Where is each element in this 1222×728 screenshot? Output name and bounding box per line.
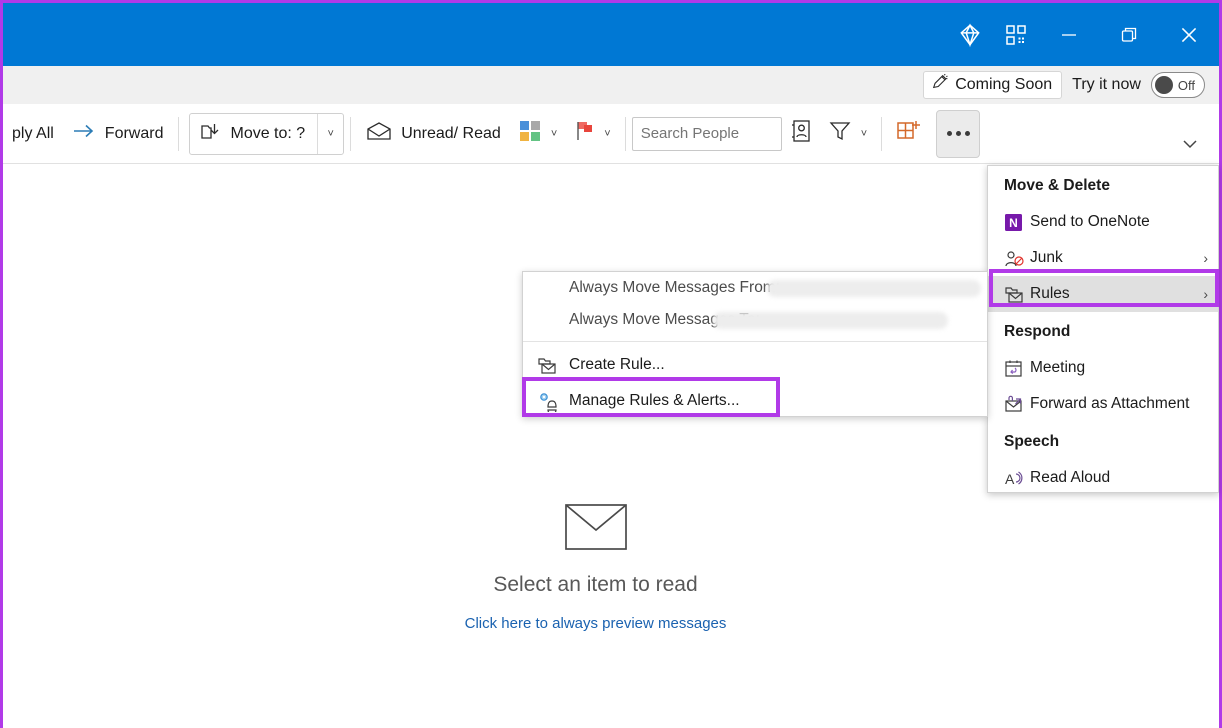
- empty-state: Select an item to read Click here to alw…: [3, 504, 1188, 632]
- title-bar: [3, 3, 1219, 66]
- menu-section-respond: Respond: [1004, 323, 1071, 340]
- more-dot-3: [964, 131, 970, 136]
- menu-item-rules[interactable]: Rules ›: [988, 276, 1218, 312]
- submenu-arrow-icon: ›: [1203, 286, 1208, 302]
- onenote-icon: N: [1004, 213, 1030, 232]
- submenu-divider: [523, 341, 987, 342]
- more-commands-menu: Move & Delete N Send to OneNote Junk › R…: [987, 165, 1219, 493]
- menu-section-move-delete: Move & Delete: [1004, 177, 1110, 194]
- move-to-control[interactable]: Move to: ? ˅: [189, 112, 345, 155]
- menu-item-label: Read Aloud: [1030, 469, 1111, 486]
- address-book-button[interactable]: [782, 113, 820, 155]
- reply-all-button[interactable]: ply All: [3, 113, 63, 155]
- forward-label: Forward: [104, 124, 164, 142]
- categorize-button[interactable]: ˅: [510, 113, 565, 155]
- menu-item-label: Rules: [1030, 285, 1070, 302]
- menu-item-label: Send to OneNote: [1030, 213, 1150, 230]
- filter-chevron-icon[interactable]: ˅: [861, 128, 867, 140]
- flag-icon: [573, 119, 595, 148]
- manage-rules-label: Manage Rules & Alerts...: [569, 392, 740, 409]
- reply-all-label: ply All: [12, 124, 54, 142]
- menu-item-label: Junk: [1030, 249, 1063, 266]
- menu-section-speech: Speech: [1004, 433, 1060, 450]
- more-dot-1: [946, 131, 952, 136]
- envelope-open-icon: [366, 121, 392, 147]
- diamond-icon[interactable]: [947, 3, 993, 66]
- unread-read-label: Unread/ Read: [401, 124, 501, 142]
- toggle-knob: [1154, 76, 1173, 94]
- filter-funnel-icon: [828, 120, 852, 147]
- manage-rules-alerts-item[interactable]: Manage Rules & Alerts...: [523, 383, 987, 419]
- try-it-now-label: Try it now: [1072, 76, 1141, 93]
- svg-text:N: N: [1009, 216, 1018, 230]
- meeting-calendar-icon: [1004, 359, 1030, 378]
- create-rule-icon: [537, 356, 569, 375]
- toolbar-divider-3: [624, 116, 626, 151]
- redacted-sender-value: [767, 280, 981, 297]
- restore-button[interactable]: [1099, 3, 1159, 66]
- empty-state-title: Select an item to read: [493, 573, 698, 596]
- qr-code-icon[interactable]: [993, 3, 1039, 66]
- more-dot-2: [955, 131, 961, 136]
- categorize-chevron-icon[interactable]: ˅: [551, 128, 557, 140]
- more-commands-button[interactable]: [936, 109, 981, 158]
- move-to-button[interactable]: Move to: ?: [190, 114, 317, 154]
- menu-item-label: Meeting: [1030, 359, 1086, 376]
- forward-arrow-icon: [72, 122, 96, 145]
- menu-item-meeting[interactable]: Meeting: [988, 350, 1218, 386]
- always-preview-link[interactable]: Click here to always preview messages: [465, 615, 727, 632]
- svg-text:A: A: [1005, 471, 1015, 487]
- flag-chevron-icon[interactable]: ˅: [604, 128, 610, 140]
- toolbar-divider-2: [350, 116, 352, 151]
- coming-soon-button[interactable]: Coming Soon: [923, 71, 1063, 99]
- read-aloud-icon: A: [1004, 469, 1030, 488]
- get-addins-button[interactable]: [888, 113, 930, 155]
- menu-item-read-aloud[interactable]: A Read Aloud: [988, 460, 1218, 496]
- categorize-icon: [518, 119, 542, 148]
- try-it-now-toggle[interactable]: Off: [1150, 72, 1205, 98]
- move-to-icon: [200, 121, 222, 146]
- command-toolbar: ply All Forward Move to: ? ˅ Unread/ Rea…: [3, 104, 1219, 164]
- filter-button[interactable]: ˅: [820, 113, 875, 155]
- coming-soon-bar: Coming Soon Try it now Off: [3, 66, 1219, 104]
- ribbon-expand-button[interactable]: [1175, 131, 1205, 157]
- toolbar-divider: [178, 116, 180, 151]
- unread-read-button[interactable]: Unread/ Read: [357, 113, 510, 155]
- envelope-icon: [564, 504, 627, 555]
- menu-item-send-to-onenote[interactable]: N Send to OneNote: [988, 204, 1218, 240]
- create-rule-item[interactable]: Create Rule...: [523, 347, 987, 383]
- junk-person-icon: [1004, 249, 1030, 268]
- move-to-dropdown-arrow[interactable]: ˅: [317, 113, 343, 154]
- menu-item-forward-as-attachment[interactable]: Forward as Attachment: [988, 386, 1218, 422]
- chevron-down-icon: ˅: [327, 127, 334, 140]
- rules-submenu: Always Move Messages From: Always Move M…: [522, 271, 988, 417]
- follow-up-flag-button[interactable]: ˅: [565, 113, 618, 155]
- always-move-from-label: Always Move Messages From:: [569, 279, 781, 296]
- always-move-to-item[interactable]: Always Move Messages To:: [523, 304, 987, 336]
- rules-folder-icon: [1004, 285, 1030, 304]
- create-rule-label: Create Rule...: [569, 356, 665, 373]
- redacted-recipient-value: [713, 312, 948, 329]
- menu-item-label: Forward as Attachment: [1030, 395, 1190, 412]
- get-addins-icon: [896, 119, 922, 148]
- search-people-input[interactable]: [631, 116, 782, 151]
- toggle-state-label: Off: [1177, 77, 1195, 93]
- manage-rules-gear-bell-icon: [537, 391, 569, 412]
- move-to-label: Move to: ?: [230, 124, 306, 142]
- toolbar-divider-4: [881, 116, 883, 151]
- submenu-arrow-icon: ›: [1203, 250, 1208, 266]
- chevron-down-icon: [1183, 140, 1197, 149]
- coming-soon-label: Coming Soon: [955, 75, 1053, 93]
- close-button[interactable]: [1159, 3, 1219, 66]
- minimize-button[interactable]: [1039, 3, 1099, 66]
- pen-announce-icon: [931, 73, 949, 96]
- forward-button[interactable]: Forward: [63, 113, 173, 155]
- address-book-icon: [790, 119, 812, 148]
- forward-attachment-icon: [1004, 395, 1030, 414]
- outlook-window: Coming Soon Try it now Off ply All Forwa…: [0, 0, 1222, 728]
- menu-item-junk[interactable]: Junk ›: [988, 240, 1218, 276]
- always-move-from-item[interactable]: Always Move Messages From:: [523, 272, 987, 304]
